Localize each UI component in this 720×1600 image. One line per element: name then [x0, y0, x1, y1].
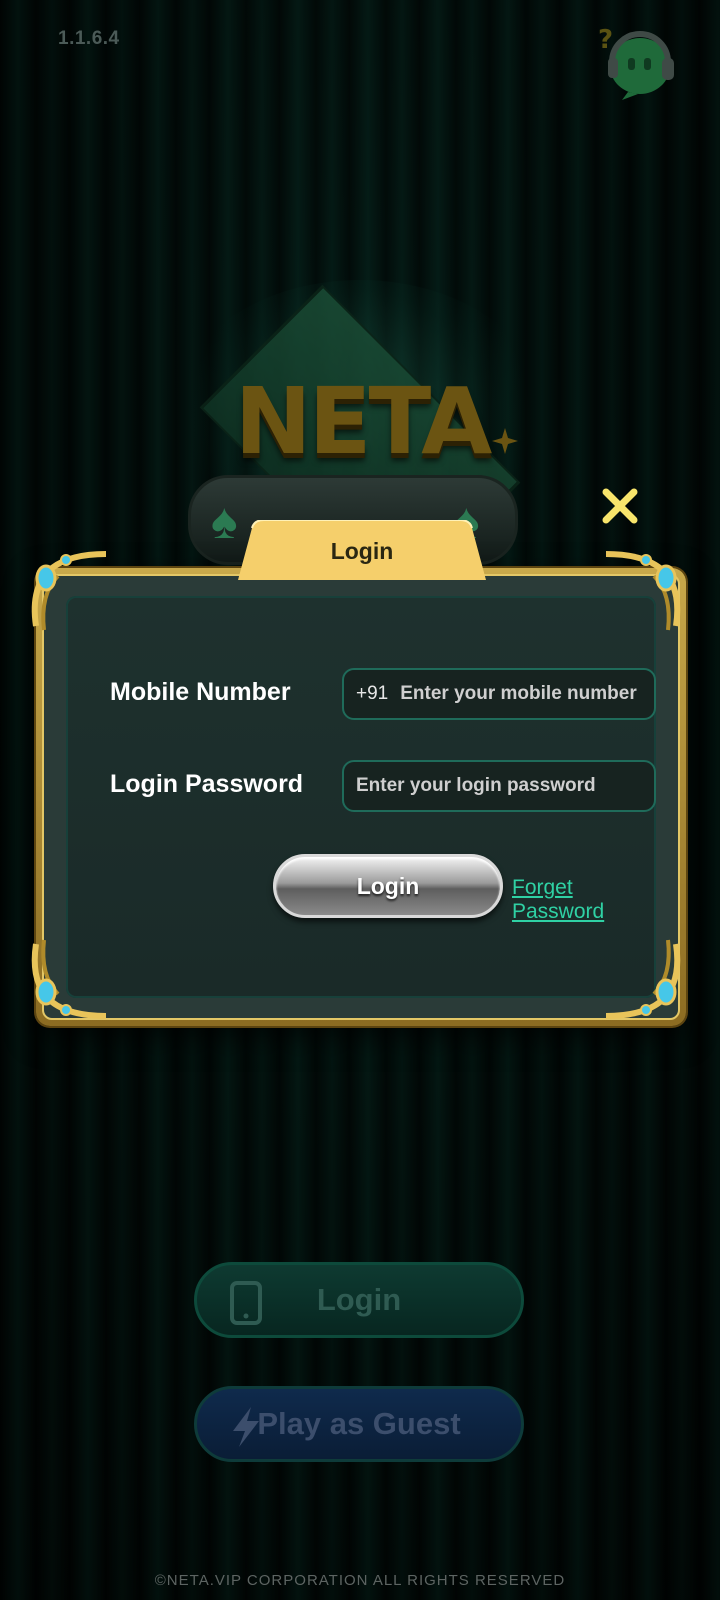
dialog-rim: Mobile Number +91 Login Password Login F…: [42, 574, 680, 1020]
ornament-corner-icon: [605, 551, 681, 631]
mobile-number-field[interactable]: +91: [342, 668, 656, 720]
login-password-input[interactable]: [356, 775, 654, 797]
ornament-corner-icon: [31, 939, 107, 1019]
guest-play-label: Play as Guest: [257, 1406, 461, 1441]
forget-password-link[interactable]: Forget Password: [512, 876, 656, 924]
copyright-footer: ©NETA.VIP CORPORATION ALL RIGHTS RESERVE…: [154, 1572, 566, 1589]
ornament-corner-icon: [31, 551, 107, 631]
dialog-title: Login: [330, 538, 394, 564]
mobile-number-input[interactable]: [400, 683, 654, 705]
guest-play-button[interactable]: Play as Guest: [194, 1386, 524, 1462]
phone-icon: [230, 1281, 262, 1325]
version-label: 1.1.6.4: [58, 28, 120, 49]
login-password-field[interactable]: [342, 760, 656, 812]
ornament-corner-icon: [605, 939, 681, 1019]
login-password-label: Login Password: [110, 770, 304, 798]
dialog-body: Mobile Number +91 Login Password Login F…: [66, 596, 656, 998]
login-submit-button[interactable]: Login: [273, 854, 503, 918]
spade-icon: ♠: [211, 493, 238, 549]
dialog-title-tab: Login: [238, 520, 486, 580]
close-icon[interactable]: [600, 486, 640, 526]
sparkle-icon: [492, 428, 518, 454]
svg-text:?: ?: [598, 25, 613, 55]
mobile-number-label: Mobile Number: [110, 678, 291, 706]
login-dialog: Mobile Number +91 Login Password Login F…: [36, 568, 686, 1026]
support-headset-icon[interactable]: ?: [598, 22, 680, 100]
phone-login-button[interactable]: Login: [194, 1262, 524, 1338]
logo-text: NETA: [234, 368, 493, 475]
phone-login-label: Login: [316, 1282, 402, 1317]
country-code: +91: [356, 683, 389, 704]
lightning-icon: [233, 1407, 259, 1447]
